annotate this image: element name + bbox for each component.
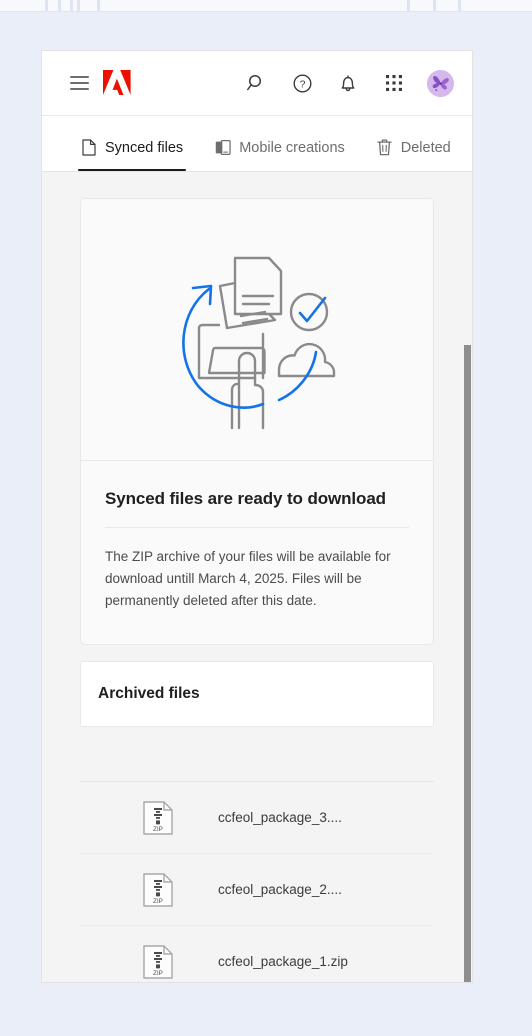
header-actions: ? (243, 69, 454, 97)
zip-type-label: ZIP (153, 970, 163, 977)
hero-description: The ZIP archive of your files will be av… (105, 549, 391, 608)
hamburger-menu-icon[interactable] (70, 76, 89, 90)
browser-tick (76, 0, 80, 11)
app-header: ? (42, 51, 472, 116)
user-avatar[interactable] (427, 69, 454, 97)
browser-tick (458, 0, 462, 11)
file-name: ccfeol_package_3.... (218, 810, 342, 825)
hamburger-line (70, 76, 89, 78)
hamburger-line (70, 82, 89, 84)
notifications-bell-icon[interactable] (335, 70, 361, 96)
app-grid-icon[interactable] (381, 70, 407, 96)
hero-divider (105, 527, 409, 528)
synced-files-ready-card: Synced files are ready to download The Z… (80, 198, 434, 645)
search-icon[interactable] (243, 70, 269, 96)
trash-icon (377, 139, 393, 156)
zip-type-label: ZIP (153, 898, 163, 905)
help-icon[interactable]: ? (289, 70, 315, 96)
archived-files-card[interactable]: Archived files (80, 661, 434, 727)
active-tab-underline (78, 169, 187, 171)
file-list-item[interactable]: ZIP ccfeol_package_3.... (80, 782, 434, 854)
zip-file-icon: ZIP (140, 944, 176, 980)
creative-cloud-app-window: ? Synced files Mobile creations Deleted … (41, 50, 473, 983)
content-scroll-area[interactable]: Synced files are ready to download The Z… (42, 172, 472, 982)
tab-deleted[interactable]: Deleted (361, 116, 467, 171)
browser-tick (45, 0, 48, 11)
tab-bar: Synced files Mobile creations Deleted (42, 116, 472, 172)
sync-download-illustration (81, 199, 433, 461)
adobe-logo[interactable] (102, 69, 132, 97)
browser-tick (433, 0, 437, 11)
browser-tick (70, 0, 73, 11)
file-name: ccfeol_package_1.zip (218, 954, 348, 969)
scrollbar-track[interactable] (463, 294, 472, 982)
zip-file-icon: ZIP (140, 872, 176, 908)
content-inner: Synced files are ready to download The Z… (42, 172, 472, 982)
tab-label: Synced files (105, 140, 184, 156)
hero-title: Synced files are ready to download (105, 489, 386, 508)
hamburger-line (70, 88, 89, 90)
hero-body: Synced files are ready to download The Z… (81, 461, 433, 644)
tab-label: Mobile creations (239, 140, 345, 156)
tab-synced-files[interactable]: Synced files (65, 116, 199, 171)
archived-file-list: ZIP ccfeol_package_3.... ZIP ccfeol_pack… (80, 781, 434, 982)
zip-file-icon: ZIP (140, 800, 176, 836)
file-list-item[interactable]: ZIP ccfeol_package_2.... (80, 854, 434, 926)
browser-tick (406, 0, 410, 11)
document-icon (81, 139, 97, 156)
file-name: ccfeol_package_2.... (218, 882, 342, 897)
file-list-item[interactable]: ZIP ccfeol_package_1.zip (80, 926, 434, 982)
browser-tick (96, 0, 100, 11)
tab-label: Deleted (400, 140, 451, 156)
archived-files-title: Archived files (98, 685, 200, 702)
svg-text:?: ? (299, 78, 305, 90)
tab-mobile-creations[interactable]: Mobile creations (199, 116, 361, 171)
browser-chrome-strip (0, 0, 532, 12)
scrollbar-thumb[interactable] (464, 345, 471, 982)
mobile-device-icon (215, 139, 231, 156)
zip-type-label: ZIP (153, 826, 163, 833)
browser-tick (58, 0, 62, 11)
